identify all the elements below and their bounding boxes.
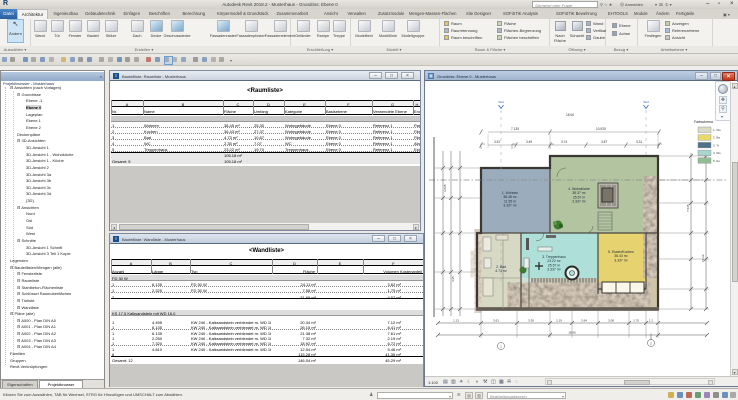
svg-text:7.135: 7.135 (511, 127, 519, 131)
svg-text:10.925: 10.925 (596, 127, 606, 131)
svg-text:2.64: 2.64 (581, 319, 587, 323)
svg-text:3.337 m³: 3.337 m³ (547, 268, 561, 272)
svg-text:3.30: 3.30 (528, 319, 534, 323)
svg-text:3.51: 3.51 (494, 140, 500, 144)
svg-text:3.74: 3.74 (561, 140, 567, 144)
svg-text:3.87: 3.87 (601, 140, 607, 144)
svg-text:3.635: 3.635 (443, 184, 447, 192)
svg-text:7.635: 7.635 (686, 204, 690, 212)
svg-text:3. Tr: 3. Tr (713, 143, 719, 147)
svg-text:Farbschema: Farbschema (694, 120, 713, 124)
svg-text:15.32: 15.32 (701, 254, 705, 262)
svg-text:5. Es: 5. Es (713, 159, 720, 163)
svg-text:4.25: 4.25 (451, 276, 455, 282)
svg-text:1.13: 1.13 (453, 319, 459, 323)
svg-text:Süd: Süd (643, 100, 649, 104)
svg-text:18.06: 18.06 (566, 113, 574, 117)
svg-text:3.49: 3.49 (526, 140, 532, 144)
svg-text:2. Ba: 2. Ba (713, 136, 720, 140)
svg-text:2.19: 2.19 (556, 319, 562, 323)
svg-text:3.337 m³: 3.337 m³ (503, 204, 517, 208)
svg-text:Süd: Süd (498, 100, 504, 104)
svg-text:1. Wo: 1. Wo (713, 128, 721, 132)
svg-text:3.61: 3.61 (493, 319, 499, 323)
svg-text:1.70: 1.70 (633, 319, 639, 323)
svg-text:4. Wo: 4. Wo (713, 151, 721, 155)
svg-text:3.337 m³: 3.337 m³ (572, 200, 586, 204)
svg-text:1.2: 1.2 (649, 319, 654, 323)
svg-text:3.337 m³: 3.337 m³ (614, 258, 628, 262)
svg-text:4.73 m²: 4.73 m² (495, 269, 507, 273)
svg-text:3.08: 3.08 (608, 319, 614, 323)
svg-text:18.06: 18.06 (568, 331, 576, 335)
svg-text:3.31: 3.31 (636, 140, 642, 144)
